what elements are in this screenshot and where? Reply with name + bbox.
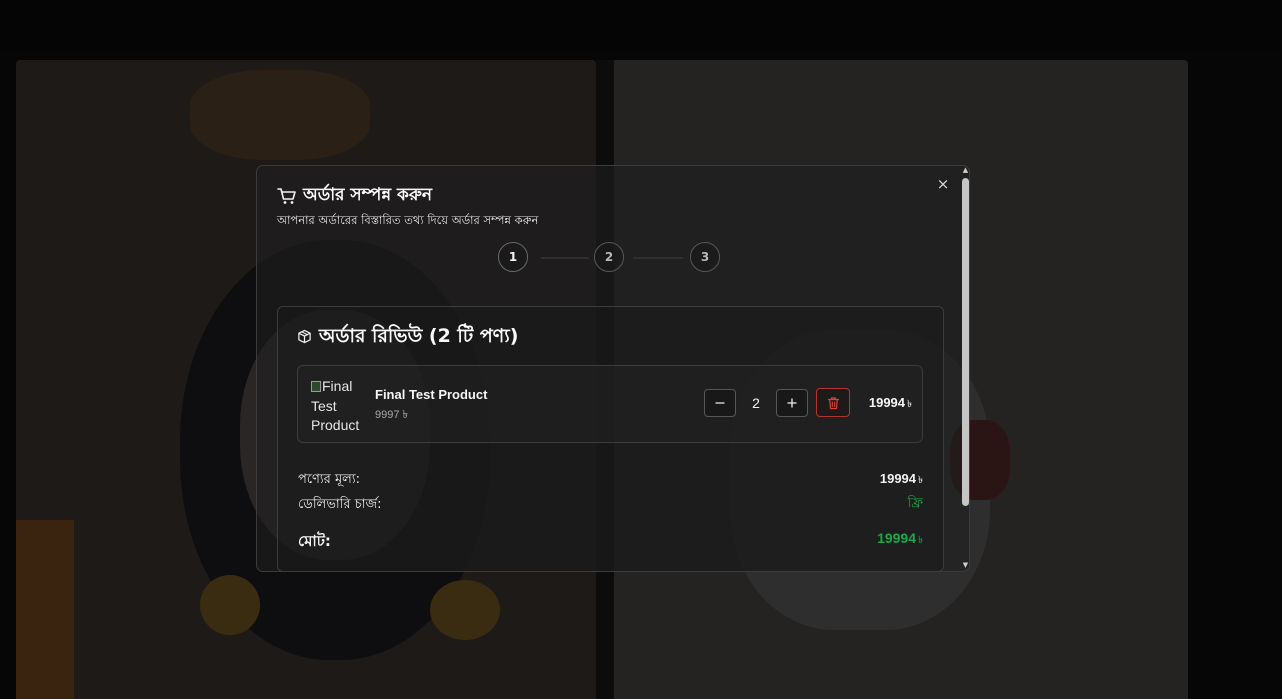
- total-value: 19994 ৳: [877, 530, 923, 550]
- decrease-quantity-button[interactable]: [704, 389, 736, 417]
- minus-icon: [715, 402, 725, 404]
- close-icon: ×: [936, 175, 950, 193]
- currency-symbol: ৳: [907, 399, 912, 410]
- item-total-price: 19994 ৳: [860, 395, 912, 414]
- quantity-value: 2: [752, 395, 760, 411]
- step-number: 2: [604, 250, 614, 264]
- total-amount: 19994: [877, 530, 917, 546]
- currency-symbol: ৳: [918, 475, 923, 486]
- subtotal-label: পণ্যের মূল্য:: [298, 472, 361, 487]
- background-shape: [200, 575, 260, 635]
- background-top-bar: [0, 0, 1282, 52]
- modal-scrollbar[interactable]: ▲ ▼: [960, 166, 969, 571]
- background-accent: [16, 520, 74, 699]
- remove-item-button[interactable]: [816, 388, 850, 417]
- step-indicator-3: 3: [690, 242, 720, 272]
- step-connector: [541, 257, 589, 259]
- item-total-amount: 19994: [868, 395, 906, 410]
- increase-quantity-button[interactable]: [776, 389, 808, 417]
- step-connector: [633, 257, 683, 259]
- step-indicator-1: 1: [498, 242, 528, 272]
- checkout-modal: × ▲ ▼ অর্ডার সম্পন্ন করুন আপনার অর্ডারের…: [256, 165, 970, 572]
- product-unit-price: 9997 ৳: [375, 409, 409, 421]
- product-name: Final Test Product: [375, 387, 488, 402]
- plus-icon: [787, 398, 797, 408]
- step-number: 1: [508, 250, 518, 264]
- trash-icon: [827, 396, 839, 409]
- package-icon: [297, 329, 312, 348]
- delivery-charge-value: ফ্রি: [907, 496, 923, 511]
- modal-title: অর্ডার সম্পন্ন করুন: [303, 185, 433, 205]
- broken-image-icon: [311, 381, 321, 392]
- scrollbar-thumb[interactable]: [962, 178, 969, 506]
- order-review-header: অর্ডার রিভিউ (2 টি পণ্য): [297, 322, 518, 354]
- modal-subtitle: আপনার অর্ডারের বিস্তারিত তথ্য দিয়ে অর্ড…: [277, 213, 539, 227]
- subtotal-value: 19994 ৳: [880, 471, 923, 490]
- product-image: Final Test Product: [311, 377, 361, 431]
- cart-icon: [277, 187, 297, 205]
- delivery-charge-label: ডেলিভারি চার্জ:: [298, 497, 382, 512]
- background-shape: [430, 580, 500, 640]
- scroll-down-arrow-icon[interactable]: ▼: [962, 562, 969, 569]
- order-review-title: অর্ডার রিভিউ (2 টি পণ্য): [319, 325, 519, 347]
- step-number: 3: [700, 250, 710, 264]
- step-indicator-2: 2: [594, 242, 624, 272]
- total-label: মোট:: [298, 532, 331, 550]
- order-review-card: অর্ডার রিভিউ (2 টি পণ্য) Final Test Prod…: [277, 306, 944, 571]
- background-shape: [190, 70, 370, 160]
- modal-header: অর্ডার সম্পন্ন করুন: [277, 184, 432, 208]
- close-button[interactable]: ×: [935, 176, 951, 192]
- scroll-up-arrow-icon[interactable]: ▲: [962, 167, 969, 174]
- cart-item-row: Final Test Product Final Test Product 99…: [297, 365, 923, 443]
- currency-symbol: ৳: [918, 535, 923, 546]
- subtotal-amount: 19994: [879, 471, 917, 486]
